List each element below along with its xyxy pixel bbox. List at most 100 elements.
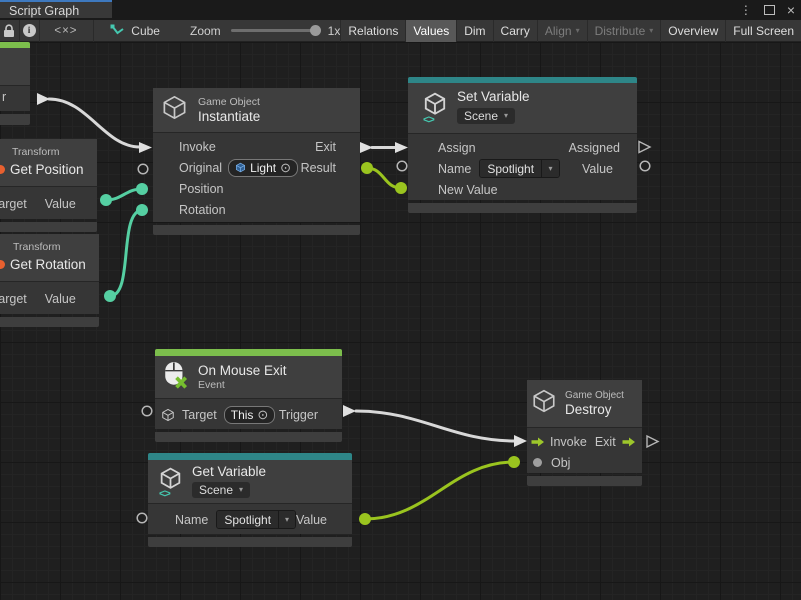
graph-icon: [110, 24, 125, 37]
variable-scope-dropdown[interactable]: Scene ▾: [457, 108, 515, 124]
game-object-mini-icon: [161, 408, 175, 422]
overview-button[interactable]: Overview: [660, 20, 725, 42]
node-get-position[interactable]: Transform Get Position Target Value: [0, 139, 97, 232]
node-footer: [155, 432, 342, 442]
tab-script-graph[interactable]: Script Graph: [0, 0, 112, 18]
node-set-variable[interactable]: <> Set Variable Scene ▾ Assign Assigned …: [408, 77, 637, 213]
node-on-mouse-exit[interactable]: On Mouse Exit Event Target This ⊙ Trigge…: [155, 349, 342, 442]
node-footer: [527, 476, 642, 486]
position-port-label[interactable]: Position: [153, 182, 223, 196]
chevron-down-icon: ▾: [576, 27, 580, 35]
lock-icon[interactable]: [0, 20, 19, 42]
align-button[interactable]: Align ▾: [537, 20, 587, 42]
name-port-label[interactable]: Name: [408, 162, 471, 176]
transform-icon: [0, 165, 5, 174]
zoom-slider-knob[interactable]: [310, 25, 321, 36]
node-footer: [0, 222, 97, 232]
game-object-cube-icon: [531, 388, 557, 419]
lock-icon-glyph: [3, 24, 15, 38]
graph-canvas[interactable]: [0, 42, 801, 600]
invoke-port-label[interactable]: Invoke: [153, 140, 216, 154]
node-event-partial[interactable]: r: [0, 42, 30, 125]
target-port-label[interactable]: Target: [182, 408, 217, 422]
value-port-label[interactable]: Value: [582, 162, 637, 176]
full-screen-button[interactable]: Full Screen: [725, 20, 801, 42]
node-title: Instantiate: [198, 109, 260, 125]
node-footer: [0, 114, 30, 125]
name-port-label[interactable]: Name: [148, 513, 208, 527]
variable-angle-icon: <>: [423, 114, 434, 126]
result-port-label[interactable]: Result: [301, 161, 360, 175]
flow-arrow-icon: [622, 437, 636, 447]
assigned-port-label[interactable]: Assigned: [569, 141, 637, 155]
value-port-label[interactable]: Value: [296, 513, 352, 527]
node-category: Game Object: [198, 96, 260, 109]
node-footer: [408, 203, 637, 213]
chevron-down-icon: ▾: [549, 165, 553, 173]
script-graph-window: Script Graph ⋮ × i <×>: [0, 0, 801, 600]
object-picker-icon[interactable]: ⊙: [257, 408, 268, 421]
carry-button[interactable]: Carry: [493, 20, 537, 42]
node-get-variable[interactable]: <> Get Variable Scene ▾ Name Spotlight ▾…: [148, 453, 352, 547]
new-value-port-label[interactable]: New Value: [408, 183, 498, 197]
values-button[interactable]: Values: [405, 20, 456, 42]
assign-port-label[interactable]: Assign: [408, 141, 476, 155]
obj-port-dot-icon: [533, 458, 542, 467]
tab-title: Script Graph: [9, 4, 79, 18]
close-icon[interactable]: ×: [787, 3, 795, 17]
window-menu-icon[interactable]: ⋮: [740, 3, 752, 17]
node-destroy[interactable]: Game Object Destroy Invoke Exit Obj: [527, 380, 642, 486]
trigger-label-partial: r: [2, 90, 6, 104]
original-port-label[interactable]: Original: [153, 161, 222, 175]
original-object-field[interactable]: Light ⊙: [228, 159, 298, 177]
unity-logo-icon: <>: [158, 466, 183, 496]
node-title: Get Position: [10, 162, 84, 178]
target-object-field[interactable]: This ⊙: [224, 406, 276, 424]
code-view-button[interactable]: <×>: [39, 20, 92, 42]
variable-node-bar: [148, 453, 352, 460]
node-title: Set Variable: [457, 89, 530, 105]
flow-arrow-icon: [531, 437, 545, 447]
node-get-rotation[interactable]: Transform Get Rotation Target Value: [0, 234, 99, 327]
value-port-label: Value: [45, 197, 76, 211]
graph-breadcrumb[interactable]: Cube: [110, 24, 160, 38]
zoom-control: Zoom 1x: [190, 24, 340, 38]
variable-name-dropdown[interactable]: Spotlight ▾: [479, 159, 560, 178]
chevron-down-icon: ▾: [239, 486, 243, 494]
node-title: Get Variable: [192, 464, 266, 480]
tab-bar: Script Graph ⋮ ×: [0, 0, 801, 20]
toolbar-buttons: Relations Values Dim Carry Align ▾ Distr…: [340, 20, 801, 42]
exit-port-label[interactable]: Exit: [595, 435, 616, 449]
target-port-label: Target: [0, 197, 27, 211]
variable-scope-dropdown[interactable]: Scene ▾: [192, 482, 250, 498]
unity-logo-icon: <>: [422, 91, 448, 122]
relations-button[interactable]: Relations: [340, 20, 405, 42]
zoom-label: Zoom: [190, 24, 221, 38]
node-category: Transform: [12, 146, 59, 159]
chevron-down-icon: ▾: [285, 516, 289, 524]
info-icon: i: [23, 24, 36, 37]
maximize-icon[interactable]: [764, 5, 775, 15]
window-controls: ⋮ ×: [740, 0, 795, 20]
invoke-port-label[interactable]: Invoke: [550, 435, 587, 449]
node-footer: [0, 317, 99, 327]
exit-port-label[interactable]: Exit: [315, 140, 360, 154]
node-header: [0, 48, 30, 85]
object-picker-icon[interactable]: ⊙: [280, 161, 291, 174]
distribute-button[interactable]: Distribute ▾: [587, 20, 661, 42]
node-instantiate[interactable]: Game Object Instantiate Invoke Exit Orig…: [153, 88, 360, 235]
code-icon: <×>: [54, 25, 77, 37]
dim-button[interactable]: Dim: [456, 20, 492, 42]
node-title: Destroy: [565, 402, 624, 418]
rotation-port-label[interactable]: Rotation: [153, 203, 226, 217]
info-button[interactable]: i: [20, 20, 39, 42]
variable-name-dropdown[interactable]: Spotlight ▾: [216, 510, 296, 529]
chevron-down-icon: ▾: [504, 112, 508, 120]
transform-icon: [0, 260, 5, 269]
trigger-port-label[interactable]: Trigger: [279, 408, 342, 422]
zoom-slider[interactable]: [231, 29, 319, 32]
target-port-label: Target: [0, 292, 27, 306]
obj-port-label[interactable]: Obj: [551, 456, 570, 470]
game-object-cube-icon: [161, 94, 188, 126]
node-category: Game Object: [565, 389, 624, 402]
